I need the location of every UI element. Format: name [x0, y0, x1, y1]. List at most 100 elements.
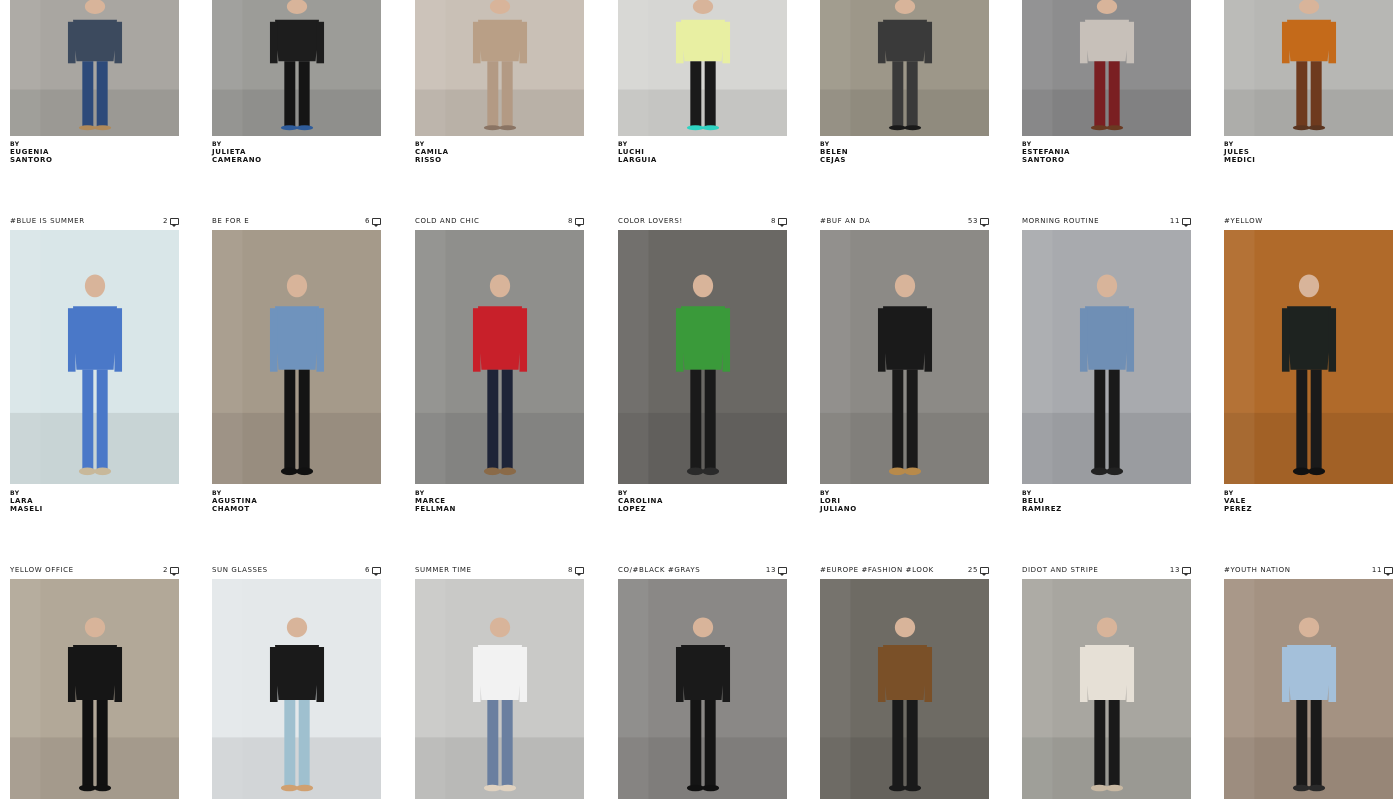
post-tag[interactable]: #BLUE IS SUMMER — [10, 217, 85, 225]
post-tag[interactable]: #YOUTH NATION — [1224, 566, 1291, 574]
post-header: DIDOT AND STRIPE 13 — [1022, 564, 1191, 576]
author-name[interactable]: VALE PEREZ — [1224, 497, 1252, 513]
comment-count[interactable]: 13 — [1170, 566, 1191, 576]
comment-count-value: 6 — [364, 217, 370, 225]
post-card[interactable]: CO/#BLACK #GRAYS 13 — [618, 566, 787, 799]
post-tag[interactable]: COLD AND CHIC — [415, 217, 479, 225]
post-tag[interactable]: #YELLOW — [1224, 217, 1263, 225]
author-name[interactable]: BELEN CEJAS — [820, 148, 848, 164]
post-card[interactable]: SUMMER TIME 8 — [415, 566, 584, 799]
post-card[interactable] — [212, 0, 381, 136]
outfit-photo[interactable] — [212, 230, 381, 484]
author-first-name: BELEN — [820, 148, 849, 156]
author-name[interactable]: BELU RAMIREZ — [1022, 497, 1062, 513]
comment-count[interactable]: 8 — [770, 217, 787, 227]
comment-count[interactable]: 8 — [567, 566, 584, 576]
comment-count[interactable]: 8 — [568, 217, 584, 227]
post-card[interactable] — [1224, 0, 1393, 136]
author-name[interactable]: ESTEFANIA SANTORO — [1022, 148, 1070, 164]
author-name[interactable]: CAMILA RISSO — [415, 148, 449, 164]
post-card[interactable]: MORNING ROUTINE 11 — [1022, 217, 1191, 484]
post-card[interactable]: COLOR LOVERS! 8 — [618, 217, 787, 484]
comment-count[interactable]: 13 — [765, 566, 787, 576]
post-card[interactable] — [1022, 0, 1191, 136]
post-card[interactable]: #BUF AN DA 53 — [820, 217, 989, 484]
comment-count[interactable]: 11 — [1170, 217, 1191, 227]
author-by-label: BY — [618, 490, 628, 497]
post-card[interactable]: SUN GLASSES 6 — [212, 566, 381, 799]
author-by-label: BY — [212, 490, 222, 497]
post-card[interactable]: #YELLOW — [1224, 217, 1393, 484]
outfit-photo[interactable] — [618, 579, 787, 799]
comment-count[interactable]: 6 — [365, 566, 381, 576]
comment-bubble-icon — [1182, 217, 1191, 227]
author-name[interactable]: JULES MEDICI — [1224, 148, 1256, 164]
comment-count[interactable]: 53 — [968, 217, 989, 227]
post-card[interactable]: #YOUTH NATION 11 — [1224, 566, 1393, 799]
post-card[interactable]: #EUROPE #FASHION #LOOK 25 — [820, 566, 989, 799]
comment-count[interactable]: 25 — [968, 566, 989, 576]
outfit-photo[interactable] — [1224, 579, 1393, 799]
comment-count-value: 8 — [770, 217, 776, 225]
outfit-photo[interactable] — [820, 579, 989, 799]
outfit-photo[interactable] — [212, 0, 381, 136]
author-last-name: LARGUIA — [618, 156, 657, 164]
post-tag[interactable]: DIDOT AND STRIPE — [1022, 566, 1098, 574]
outfit-photo[interactable] — [618, 230, 787, 484]
outfit-photo[interactable] — [1022, 230, 1191, 484]
outfit-photo[interactable] — [820, 230, 989, 484]
post-tag[interactable]: #EUROPE #FASHION #LOOK — [820, 566, 934, 574]
comment-bubble-icon — [372, 566, 381, 576]
outfit-photo[interactable] — [415, 230, 584, 484]
author-name[interactable]: JULIETA CAMERANO — [212, 148, 262, 164]
comment-count-value: 13 — [765, 566, 776, 574]
post-tag[interactable]: #BUF AN DA — [820, 217, 870, 225]
author-name[interactable]: CAROLINA LOPEZ — [618, 497, 663, 513]
post-tag[interactable]: CO/#BLACK #GRAYS — [618, 566, 700, 574]
author-name[interactable]: AGUSTINA CHAMOT — [212, 497, 257, 513]
post-card[interactable] — [820, 0, 989, 136]
outfit-photo[interactable] — [10, 0, 179, 136]
comment-count[interactable]: 6 — [364, 217, 381, 227]
comment-count[interactable]: 2 — [163, 217, 179, 227]
author-name[interactable]: EUGENIA SANTORO — [10, 148, 53, 164]
post-card[interactable] — [415, 0, 584, 136]
post-tag[interactable]: MORNING ROUTINE — [1022, 217, 1099, 225]
comment-count[interactable]: 2 — [162, 566, 179, 576]
author-name[interactable]: LORI JULIANO — [820, 497, 857, 513]
outfit-photo[interactable] — [1022, 579, 1191, 799]
post-card[interactable]: DIDOT AND STRIPE 13 — [1022, 566, 1191, 799]
post-tag[interactable]: SUMMER TIME — [415, 566, 472, 574]
outfit-photo[interactable] — [415, 0, 584, 136]
post-card[interactable] — [618, 0, 787, 136]
author-name[interactable]: MARCE FELLMAN — [415, 497, 456, 513]
author-name[interactable]: LUCHI LARGUIA — [618, 148, 657, 164]
outfit-photo[interactable] — [618, 0, 787, 136]
comment-count[interactable]: 11 — [1372, 566, 1393, 576]
outfit-photo[interactable] — [415, 579, 584, 799]
post-card[interactable]: COLD AND CHIC 8 — [415, 217, 584, 484]
post-tag[interactable]: YELLOW OFFICE — [10, 566, 74, 574]
author-last-name: RISSO — [415, 156, 442, 164]
author-by-label: BY — [10, 490, 20, 497]
author-last-name: CHAMOT — [212, 505, 250, 513]
post-tag[interactable]: BE FOR E — [212, 217, 249, 225]
comment-count-value: 2 — [162, 566, 168, 574]
post-card[interactable] — [10, 0, 179, 136]
outfit-photo[interactable] — [212, 579, 381, 799]
outfit-photo[interactable] — [10, 230, 179, 484]
outfit-photo[interactable] — [820, 0, 989, 136]
post-tag[interactable]: SUN GLASSES — [212, 566, 268, 574]
outfit-photo[interactable] — [1224, 230, 1393, 484]
post-card[interactable]: BE FOR E 6 — [212, 217, 381, 484]
outfit-photo[interactable] — [1224, 0, 1393, 136]
post-card[interactable]: #BLUE IS SUMMER 2 — [10, 217, 179, 484]
outfit-photo[interactable] — [10, 579, 179, 799]
post-card[interactable]: YELLOW OFFICE 2 — [10, 566, 179, 799]
author-last-name: SANTORO — [1022, 156, 1065, 164]
outfit-photo[interactable] — [1022, 0, 1191, 136]
author-last-name: SANTORO — [10, 156, 53, 164]
author-name[interactable]: LARA MASELI — [10, 497, 43, 513]
comment-count-value: 8 — [567, 566, 573, 574]
post-tag[interactable]: COLOR LOVERS! — [618, 217, 683, 225]
